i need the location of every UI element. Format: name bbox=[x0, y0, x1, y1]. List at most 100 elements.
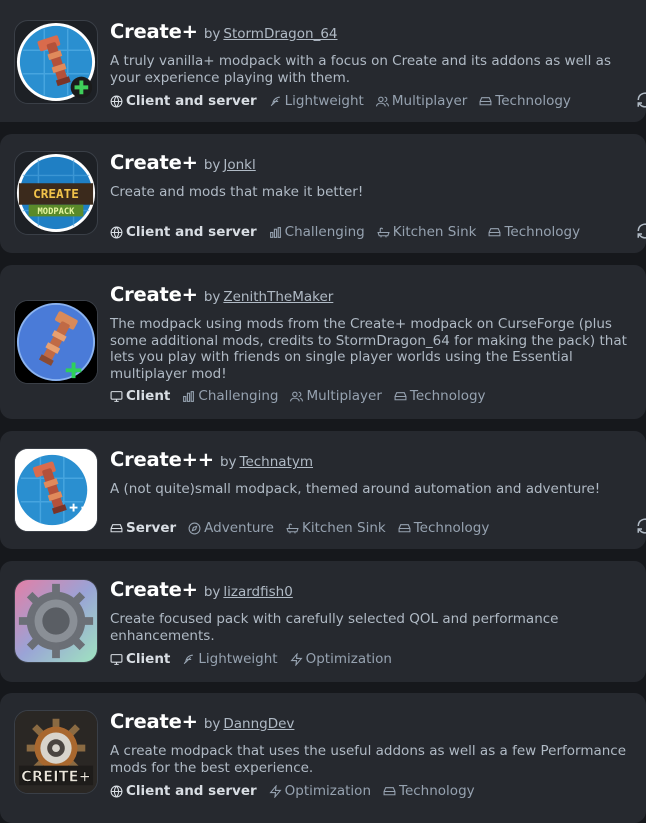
icon-text-create: CREATE bbox=[33, 186, 79, 201]
by-label: by bbox=[203, 584, 221, 600]
tag-label: Kitchen Sink bbox=[392, 224, 477, 240]
project-title[interactable]: Create++ bbox=[110, 448, 214, 471]
tag-label: Kitchen Sink bbox=[301, 520, 386, 536]
project-card[interactable]: CREATE MODPACK Create+ by Jonkl Create and… bbox=[0, 134, 646, 253]
category-tag: Technology bbox=[394, 388, 486, 404]
feather-icon bbox=[270, 96, 280, 106]
project-title[interactable]: Create+ bbox=[110, 151, 198, 174]
project-card[interactable]: Create+ by StormDragon_64 A truly vanilla+… bbox=[0, 0, 646, 122]
icon-text-creite: CREITE+ bbox=[21, 768, 91, 785]
environment-label: Client bbox=[126, 651, 171, 667]
project-description: Create focused pack with carefully selec… bbox=[110, 611, 559, 644]
project-card[interactable]: Create+ by lizardfish0 Create focused pack… bbox=[0, 561, 646, 682]
project-description: The modpack using mods from the Create+ … bbox=[110, 316, 627, 382]
tag-label: Optimization bbox=[284, 783, 371, 799]
project-title[interactable]: Create+ bbox=[110, 710, 198, 733]
project-card[interactable]: CREITE+ Create+ by DanngDev A create modpa… bbox=[0, 693, 646, 823]
project-icon[interactable] bbox=[14, 448, 98, 532]
chart-icon bbox=[269, 226, 281, 238]
globe-icon bbox=[110, 95, 123, 107]
tag-row: Client Challenging Multiplayer Technolog… bbox=[110, 388, 606, 404]
tag-row: Client Lightweight Optimization bbox=[110, 651, 606, 667]
globe-icon bbox=[110, 785, 123, 797]
author-link[interactable]: ZenithTheMaker bbox=[223, 289, 333, 305]
tag-row: Server Adventure Kitchen Sink Technology bbox=[110, 520, 606, 536]
refresh-icon[interactable] bbox=[636, 222, 646, 240]
category-tag: Kitchen Sink bbox=[286, 520, 386, 536]
project-description: Create and mods that make it better! bbox=[110, 184, 364, 200]
tag-label: Lightweight bbox=[284, 93, 364, 109]
hard-drive-icon bbox=[398, 523, 411, 532]
category-tag: Multiplayer bbox=[375, 93, 467, 109]
tag-label: Technology bbox=[399, 783, 475, 799]
tag-label: Challenging bbox=[198, 388, 279, 404]
environment-tag: Client and server bbox=[110, 783, 257, 799]
tag-label: Multiplayer bbox=[306, 388, 382, 404]
category-tag: Challenging bbox=[269, 224, 365, 240]
author-link[interactable]: DanngDev bbox=[223, 716, 294, 732]
tag-label: Technology bbox=[409, 388, 486, 404]
tag-row: Client and server Optimization Technolog… bbox=[110, 783, 606, 799]
compass-icon bbox=[188, 522, 201, 534]
icon-text-modpack: MODPACK bbox=[38, 207, 76, 217]
category-tag: Challenging bbox=[182, 388, 278, 404]
tag-label: Challenging bbox=[284, 224, 365, 240]
environment-tag: Server bbox=[110, 520, 176, 536]
tag-row: Client and server Lightweight Multiplaye… bbox=[110, 93, 606, 109]
refresh-icon[interactable] bbox=[636, 91, 646, 109]
monitor-icon bbox=[110, 653, 123, 665]
tag-label: Lightweight bbox=[198, 651, 278, 667]
by-label: by bbox=[203, 26, 221, 42]
author-link[interactable]: Technatym bbox=[240, 454, 314, 470]
bath-icon bbox=[377, 227, 390, 238]
project-icon[interactable] bbox=[14, 579, 98, 663]
project-icon[interactable]: CREATE MODPACK bbox=[14, 151, 98, 235]
feather-icon bbox=[184, 654, 194, 664]
project-title[interactable]: Create+ bbox=[110, 578, 198, 601]
author-link[interactable]: Jonkl bbox=[223, 157, 255, 173]
environment-label: Client bbox=[126, 388, 171, 404]
category-tag: Technology bbox=[488, 224, 580, 240]
project-title[interactable]: Create+ bbox=[110, 20, 198, 43]
tag-row: Client and server Challenging Kitchen Si… bbox=[110, 224, 606, 240]
tag-label: Technology bbox=[413, 520, 490, 536]
zap-icon bbox=[290, 652, 303, 666]
project-icon[interactable] bbox=[14, 20, 98, 104]
environment-label: Client and server bbox=[126, 93, 257, 109]
users-icon bbox=[375, 96, 389, 106]
category-tag: Kitchen Sink bbox=[377, 224, 477, 240]
environment-label: Server bbox=[126, 520, 177, 536]
author-link[interactable]: StormDragon_64 bbox=[223, 26, 337, 42]
category-tag: Multiplayer bbox=[290, 388, 382, 404]
hard-drive-icon bbox=[394, 391, 407, 400]
project-title[interactable]: Create+ bbox=[110, 283, 198, 306]
globe-icon bbox=[110, 226, 123, 238]
project-icon[interactable]: CREITE+ bbox=[14, 710, 98, 794]
category-tag: Optimization bbox=[290, 651, 392, 667]
by-label: by bbox=[219, 454, 237, 470]
tag-label: Technology bbox=[495, 93, 571, 109]
tag-label: Technology bbox=[504, 224, 581, 240]
environment-tag: Client bbox=[110, 651, 170, 667]
category-tag: Lightweight bbox=[182, 651, 278, 667]
server-icon bbox=[110, 523, 123, 532]
refresh-icon[interactable] bbox=[636, 517, 646, 535]
environment-label: Client and server bbox=[126, 224, 257, 240]
by-label: by bbox=[203, 157, 221, 173]
zap-icon bbox=[269, 784, 282, 798]
users-icon bbox=[290, 391, 304, 401]
category-tag: Lightweight bbox=[269, 93, 364, 109]
hard-drive-icon bbox=[383, 786, 396, 795]
environment-tag: Client and server bbox=[110, 224, 257, 240]
category-tag: Technology bbox=[398, 520, 490, 536]
environment-tag: Client bbox=[110, 388, 170, 404]
author-link[interactable]: lizardfish0 bbox=[223, 584, 292, 600]
chart-icon bbox=[183, 390, 195, 402]
hard-drive-icon bbox=[488, 227, 501, 236]
tag-label: Optimization bbox=[305, 651, 392, 667]
project-icon[interactable] bbox=[14, 300, 98, 384]
project-card[interactable]: Create+ by ZenithTheMaker The modpack usin… bbox=[0, 265, 646, 419]
category-tag: Technology bbox=[383, 783, 475, 799]
tag-label: Adventure bbox=[204, 520, 274, 536]
project-card[interactable]: Create++ by Technatym A (not quite)small m… bbox=[0, 431, 646, 549]
